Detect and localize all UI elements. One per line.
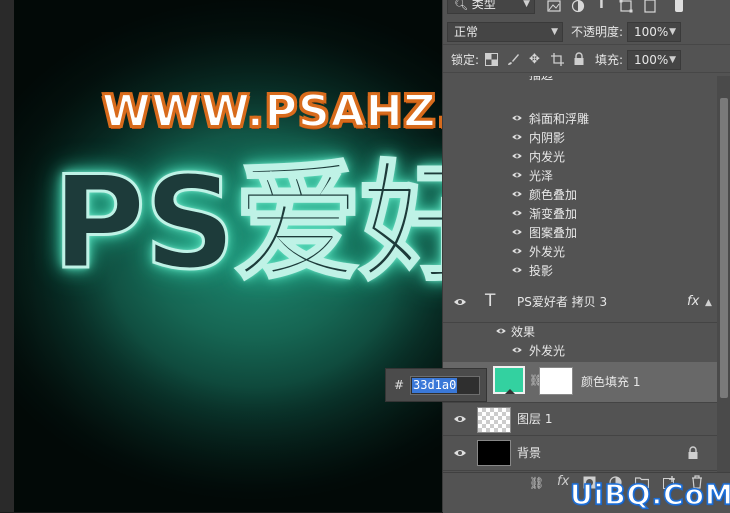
effect-name: 描边 xyxy=(529,76,553,83)
effect-name: 图案叠加 xyxy=(529,226,578,240)
effect-name: 渐变叠加 xyxy=(529,207,578,221)
text-layer-icon: T xyxy=(485,291,496,311)
eye-icon[interactable] xyxy=(511,266,523,274)
effect-name: 内阴影 xyxy=(529,131,566,145)
effect-row[interactable]: 内阴影 xyxy=(443,129,717,148)
effect-name: 斜面和浮雕 xyxy=(529,112,590,126)
effect-row[interactable]: 外发光 xyxy=(443,243,717,262)
effect-row[interactable]: 光泽 xyxy=(443,167,717,186)
effect-row[interactable]: 颜色叠加 xyxy=(443,186,717,205)
eye-icon[interactable] xyxy=(511,114,523,122)
eye-icon[interactable] xyxy=(453,414,467,424)
filter-toggle[interactable] xyxy=(675,0,683,12)
chevron-down-icon: ▼ xyxy=(551,27,558,37)
layer-mask-thumbnail[interactable] xyxy=(539,367,573,395)
fill-color-swatch[interactable] xyxy=(493,366,525,394)
transparent-thumbnail[interactable] xyxy=(477,407,511,433)
eye-icon[interactable] xyxy=(511,247,523,255)
effect-row[interactable]: 斜面和浮雕 xyxy=(443,110,717,129)
type-layer-filter-icon[interactable]: T xyxy=(597,0,606,12)
layer-name[interactable]: 背景 xyxy=(517,446,541,461)
fill-field[interactable]: 100% ▼ xyxy=(627,50,681,70)
lock-row: 锁定: ✥ 填充: 100% ▼ xyxy=(443,48,730,73)
eye-icon[interactable] xyxy=(511,171,523,179)
chevron-down-icon: ▼ xyxy=(669,55,676,65)
layer-name[interactable]: 颜色填充 1 xyxy=(581,375,640,390)
lock-transparent-pixels-icon[interactable] xyxy=(485,53,498,66)
adjustment-layer-filter-icon[interactable] xyxy=(571,0,585,13)
shape-layer-filter-icon[interactable] xyxy=(619,0,633,13)
effect-name: 颜色叠加 xyxy=(529,188,578,202)
eye-icon[interactable] xyxy=(511,190,523,198)
effect-row-stroke[interactable]: 描边 xyxy=(443,76,717,85)
eye-icon[interactable] xyxy=(453,448,467,458)
fill-label: 填充: xyxy=(595,53,624,67)
effect-row[interactable]: 内发光 xyxy=(443,148,717,167)
layer-name[interactable]: 图层 1 xyxy=(517,412,552,427)
effect-row[interactable]: 外发光 xyxy=(443,342,717,361)
layers-list[interactable]: 描边 斜面和浮雕内阴影内发光光泽颜色叠加渐变叠加图案叠加外发光投影 T PS爱好… xyxy=(443,76,717,472)
filter-kind-label: 类型 xyxy=(471,0,496,11)
layer-name[interactable]: PS爱好者 拷贝 3 xyxy=(517,295,607,310)
layers-scrollbar[interactable] xyxy=(717,76,730,472)
blend-mode-label: 正常 xyxy=(454,25,479,39)
add-style-icon[interactable]: fx xyxy=(557,474,569,489)
chevron-up-icon[interactable]: ▲ xyxy=(705,298,712,308)
effect-name: 投影 xyxy=(529,264,554,278)
fx-badge[interactable]: fx xyxy=(687,294,699,309)
document-canvas[interactable]: PS爱好 WWW.PSAHZ.COM xyxy=(0,0,442,512)
opacity-field[interactable]: 100% ▼ xyxy=(627,22,681,42)
eye-icon[interactable] xyxy=(511,228,523,236)
filter-toolbar: 🔍︎ 类型 ▼ T xyxy=(443,0,730,17)
layers-panel: 🔍︎ 类型 ▼ T 正常 ▼ 不透明度: 100% ▼ 锁定: ✥ 填充: 10… xyxy=(442,0,730,513)
layer-row-text[interactable]: T PS爱好者 拷贝 3 fx ▲ xyxy=(443,282,717,323)
layer-row-pixel[interactable]: 图层 1 xyxy=(443,403,717,436)
move-icon[interactable]: ✥ xyxy=(529,53,540,67)
effects-header[interactable]: 效果 xyxy=(443,323,717,342)
eye-icon[interactable] xyxy=(495,327,507,335)
smart-object-filter-icon[interactable] xyxy=(643,0,657,13)
link-layers-icon[interactable]: ⛓︎ xyxy=(529,476,544,490)
hash-label: # xyxy=(394,378,405,392)
effect-name: 内发光 xyxy=(529,150,566,164)
watermark-uibq: UiBQ.CoM xyxy=(569,477,730,512)
hex-color-value[interactable]: 33d1a0 xyxy=(412,378,458,393)
eye-icon[interactable] xyxy=(511,152,523,160)
black-thumbnail[interactable] xyxy=(477,440,511,466)
eye-icon[interactable] xyxy=(453,297,467,307)
effect-row[interactable]: 投影 xyxy=(443,262,717,281)
effect-name: 外发光 xyxy=(529,344,566,358)
pixel-layer-filter-icon[interactable] xyxy=(547,0,561,13)
lock-icon[interactable] xyxy=(573,52,585,66)
eye-icon[interactable] xyxy=(511,209,523,217)
layer-row-background[interactable]: 背景 xyxy=(443,436,717,471)
scrollbar-thumb[interactable] xyxy=(720,98,728,398)
artwork-text: PS爱好 xyxy=(50,149,442,298)
lock-label: 锁定: xyxy=(451,53,480,67)
eye-icon[interactable] xyxy=(511,346,523,354)
crop-icon[interactable] xyxy=(551,53,564,66)
chevron-down-icon: ▼ xyxy=(523,0,530,9)
chevron-down-icon: ▼ xyxy=(669,27,676,37)
lock-icon xyxy=(688,446,698,459)
artwork: PS爱好 xyxy=(14,0,442,512)
effect-row[interactable]: 渐变叠加 xyxy=(443,205,717,224)
filter-kind-select[interactable]: 🔍︎ 类型 ▼ xyxy=(447,0,535,14)
swatch-marker-icon xyxy=(505,389,515,394)
effect-name: 外发光 xyxy=(529,245,566,259)
effect-name: 光泽 xyxy=(529,169,554,183)
effect-row[interactable]: 图案叠加 xyxy=(443,224,717,243)
opacity-label: 不透明度: xyxy=(571,25,624,39)
blend-mode-select[interactable]: 正常 ▼ xyxy=(447,22,563,42)
blend-row: 正常 ▼ 不透明度: 100% ▼ xyxy=(443,20,730,45)
hex-color-popup: # 33d1a0 xyxy=(385,368,487,402)
eye-icon[interactable] xyxy=(511,133,523,141)
search-icon: 🔍︎ xyxy=(454,0,468,11)
watermark-psahz: WWW.PSAHZ.COM xyxy=(101,85,442,138)
effects-label: 效果 xyxy=(511,325,536,339)
brush-icon[interactable] xyxy=(507,53,520,66)
fill-value: 100% xyxy=(634,53,669,67)
opacity-value: 100% xyxy=(634,25,669,39)
